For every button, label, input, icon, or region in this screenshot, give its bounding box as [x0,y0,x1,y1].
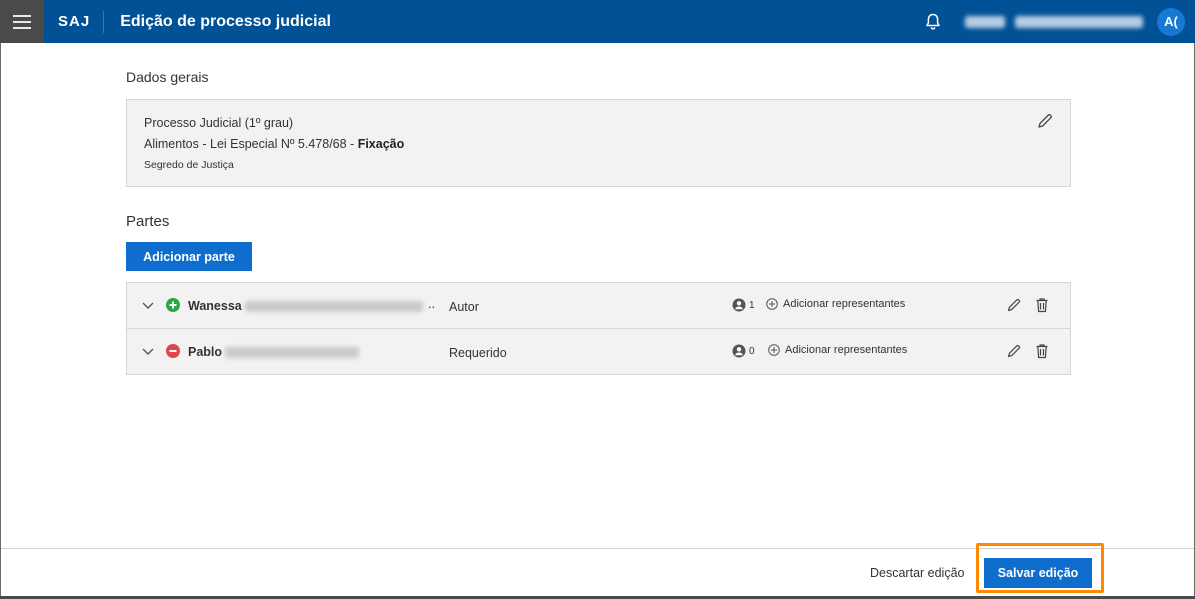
party-surname-redacted [245,301,423,312]
representatives-count: 1 [749,300,755,311]
person-circle-icon [732,344,746,358]
window-border-left [0,43,1,599]
discard-edit-button[interactable]: Descartar edição [870,566,965,580]
party-role: Requerido [449,346,507,360]
add-representatives-link[interactable]: Adicionar representantes [766,298,905,310]
general-data-card: Processo Judicial (1º grau) Alimentos - … [126,99,1071,187]
notification-bell-icon[interactable] [921,10,945,34]
party-first-name: Wanessa [188,299,242,313]
representatives-count: 0 [749,346,755,357]
subject-bold: Fixação [357,137,405,151]
list-item: Wanessa .. Autor 1 Adicionar representan… [127,283,1070,329]
parts-title: Partes [126,213,170,230]
add-part-button[interactable]: Adicionar parte [126,242,252,271]
process-subject: Alimentos - Lei Especial Nº 5.478/68 - F… [144,137,404,151]
plus-circle-outline-icon [768,344,780,356]
parts-list: Wanessa .. Autor 1 Adicionar representan… [126,282,1071,375]
plus-circle-icon [166,298,180,312]
avatar[interactable]: A( [1157,7,1185,36]
save-edit-button[interactable]: Salvar edição [984,558,1092,588]
general-data-title: Dados gerais [126,69,209,85]
chevron-down-icon[interactable] [141,298,155,312]
delete-party-trash-icon[interactable] [1035,343,1049,359]
person-circle-icon [732,298,746,312]
add-representatives-label: Adicionar representantes [783,298,906,310]
page-title: Edição de processo judicial [120,12,331,30]
subject-text: Alimentos - Lei Especial Nº 5.478/68 - [144,137,358,151]
user-name-redacted[interactable] [965,15,1143,28]
list-item: Pablo Requerido 0 Adicionar representant… [127,329,1070,375]
add-representatives-label: Adicionar representantes [785,344,908,356]
plus-circle-outline-icon [766,298,778,310]
app-brand[interactable]: SAJ [58,10,105,33]
party-role: Autor [449,300,479,314]
edit-general-pencil-icon[interactable] [1036,112,1054,130]
minus-circle-icon [166,344,180,358]
delete-party-trash-icon[interactable] [1035,297,1049,313]
party-surname-redacted [225,347,359,358]
hamburger-menu-icon[interactable] [0,0,44,43]
process-class: Processo Judicial (1º grau) [144,116,294,130]
party-name-truncation: .. [428,297,435,311]
chevron-down-icon[interactable] [141,344,155,358]
top-app-bar: SAJ Edição de processo judicial A( [0,0,1195,43]
edit-party-pencil-icon[interactable] [1006,343,1022,359]
secrecy-label: Segredo de Justiça [144,159,234,171]
edit-party-pencil-icon[interactable] [1006,297,1022,313]
party-first-name: Pablo [188,345,223,359]
add-representatives-link[interactable]: Adicionar representantes [768,344,907,356]
